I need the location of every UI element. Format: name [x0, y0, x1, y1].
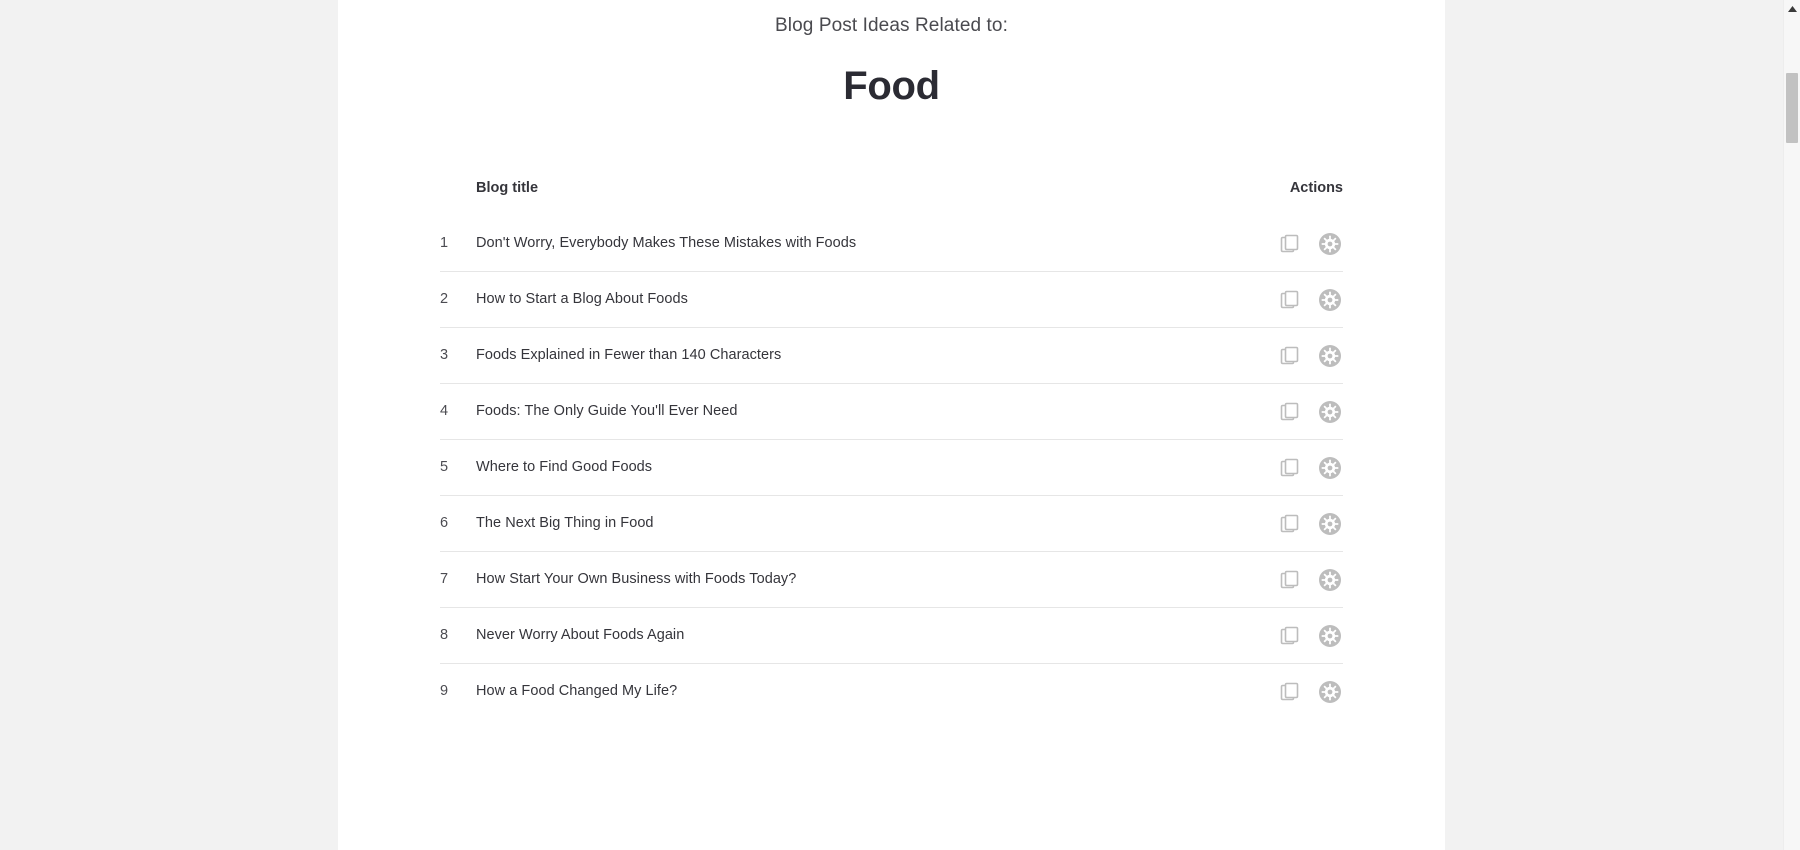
page-gutter-left — [0, 0, 338, 850]
row-index: 8 — [440, 607, 476, 664]
row-blog-title: How a Food Changed My Life? — [476, 663, 1193, 719]
vertical-scrollbar[interactable] — [1783, 0, 1800, 850]
table-row[interactable]: 8 Never Worry About Foods Again — [440, 607, 1343, 664]
blog-ideas-table: Blog title Actions 1 Don't Worry, Everybo… — [440, 180, 1343, 719]
gear-icon[interactable] — [1317, 455, 1343, 481]
row-actions — [1193, 383, 1343, 440]
page-subtitle: Blog Post Ideas Related to: — [775, 15, 1008, 36]
document-header: Blog Post Ideas Related to: Food — [338, 0, 1445, 110]
table-body: 1 Don't Worry, Everybody Makes These Mist… — [440, 216, 1343, 719]
table-row[interactable]: 6 The Next Big Thing in Food — [440, 495, 1343, 552]
gear-icon[interactable] — [1317, 679, 1343, 705]
gear-icon[interactable] — [1317, 567, 1343, 593]
row-index: 5 — [440, 439, 476, 496]
row-index: 7 — [440, 551, 476, 608]
row-index: 4 — [440, 383, 476, 440]
table-head: Blog title Actions — [440, 180, 1343, 216]
copy-icon[interactable] — [1277, 455, 1303, 481]
row-blog-title: How to Start a Blog About Foods — [476, 271, 1193, 328]
row-index: 3 — [440, 327, 476, 384]
copy-icon[interactable] — [1277, 343, 1303, 369]
row-actions — [1193, 439, 1343, 496]
gear-icon[interactable] — [1317, 343, 1343, 369]
copy-icon[interactable] — [1277, 623, 1303, 649]
row-actions — [1193, 551, 1343, 608]
ideas-table-container: Blog title Actions 1 Don't Worry, Everybo… — [440, 110, 1343, 719]
gear-icon[interactable] — [1317, 623, 1343, 649]
row-blog-title: Foods Explained in Fewer than 140 Charac… — [476, 327, 1193, 384]
page-title: Food — [843, 64, 940, 108]
gear-icon[interactable] — [1317, 511, 1343, 537]
row-index: 6 — [440, 495, 476, 552]
table-header-row: Blog title Actions — [440, 180, 1343, 216]
copy-icon[interactable] — [1277, 287, 1303, 313]
row-blog-title: Where to Find Good Foods — [476, 439, 1193, 496]
table-row[interactable]: 3 Foods Explained in Fewer than 140 Chara… — [440, 327, 1343, 384]
scrollbar-thumb[interactable] — [1786, 73, 1798, 143]
table-row[interactable]: 4 Foods: The Only Guide You'll Ever Need — [440, 383, 1343, 440]
table-row[interactable]: 2 How to Start a Blog About Foods — [440, 271, 1343, 328]
row-blog-title: Never Worry About Foods Again — [476, 607, 1193, 664]
table-row[interactable]: 1 Don't Worry, Everybody Makes These Mist… — [440, 216, 1343, 272]
row-blog-title: Foods: The Only Guide You'll Ever Need — [476, 383, 1193, 440]
table-row[interactable]: 5 Where to Find Good Foods — [440, 439, 1343, 496]
table-row[interactable]: 9 How a Food Changed My Life? — [440, 663, 1343, 719]
row-actions — [1193, 271, 1343, 328]
browser-viewport: Blog Post Ideas Related to: Food Blog ti… — [0, 0, 1800, 850]
row-blog-title: Don't Worry, Everybody Makes These Mista… — [476, 235, 857, 252]
row-actions — [1193, 607, 1343, 664]
row-index: 2 — [440, 271, 476, 328]
row-actions — [1193, 495, 1343, 552]
document-canvas: Blog Post Ideas Related to: Food Blog ti… — [338, 0, 1445, 850]
page-gutter-right — [1445, 0, 1783, 850]
copy-icon[interactable] — [1277, 679, 1303, 705]
gear-icon[interactable] — [1317, 287, 1343, 313]
gear-icon[interactable] — [1317, 399, 1343, 425]
row-blog-title: How Start Your Own Business with Foods T… — [476, 551, 1193, 608]
copy-icon[interactable] — [1277, 231, 1303, 257]
row-actions — [1193, 216, 1343, 272]
column-header-blog-title: Blog title — [476, 180, 539, 196]
row-actions — [1193, 663, 1343, 719]
row-index: 9 — [440, 663, 476, 719]
gear-icon[interactable] — [1317, 231, 1343, 257]
table-row[interactable]: 7 How Start Your Own Business with Foods … — [440, 551, 1343, 608]
column-header-actions: Actions — [1289, 180, 1343, 196]
column-header-index — [440, 180, 476, 216]
row-actions — [1193, 327, 1343, 384]
row-index: 1 — [440, 235, 449, 252]
scroll-up-arrow-icon[interactable] — [1784, 0, 1800, 17]
copy-icon[interactable] — [1277, 567, 1303, 593]
copy-icon[interactable] — [1277, 399, 1303, 425]
copy-icon[interactable] — [1277, 511, 1303, 537]
row-blog-title: The Next Big Thing in Food — [476, 495, 1193, 552]
